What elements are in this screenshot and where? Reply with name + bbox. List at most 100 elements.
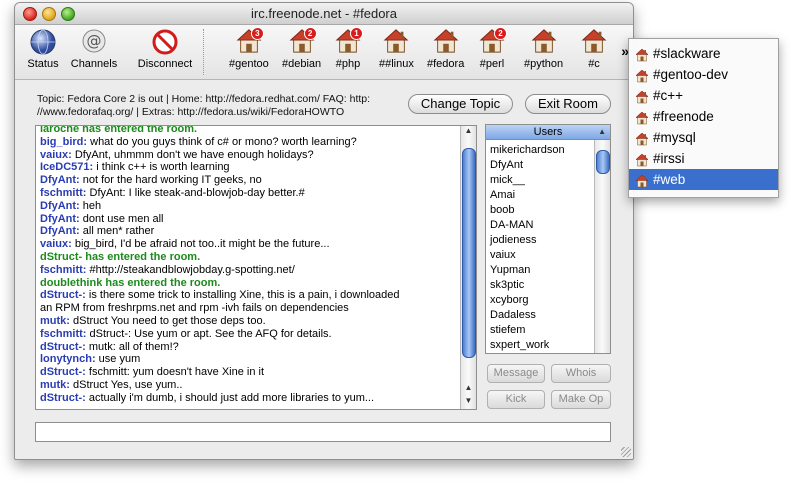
chat-text: DfyAnt, uhmmm don't we have enough holid… bbox=[71, 148, 314, 161]
user-list-item[interactable]: sxpert_work bbox=[490, 338, 565, 353]
change-topic-button[interactable]: Change Topic bbox=[408, 94, 513, 114]
channel-tab-label: #c bbox=[588, 58, 600, 70]
chat-nick[interactable]: fschmitt: bbox=[40, 264, 86, 276]
channel-tab[interactable]: #python bbox=[524, 28, 563, 70]
chat-nick[interactable]: dStruct-: bbox=[40, 289, 86, 301]
chat-nick[interactable]: fschmitt: bbox=[40, 328, 86, 340]
overflow-menu-item[interactable]: #slackware bbox=[629, 43, 778, 64]
toolbar-separator bbox=[203, 29, 204, 75]
chat-nick[interactable]: DfyAnt: bbox=[40, 225, 80, 237]
overflow-menu-label: #freenode bbox=[653, 109, 714, 124]
chat-message: dStruct- has entered the room. bbox=[40, 251, 458, 264]
whois-button[interactable]: Whois bbox=[551, 364, 611, 383]
message-input[interactable] bbox=[35, 422, 611, 442]
chat-nick[interactable]: IceDC571: bbox=[40, 161, 93, 173]
chat-message: fschmitt: dStruct-: Use yum or apt. See … bbox=[40, 328, 458, 341]
chat-nick[interactable]: DfyAnt: bbox=[40, 213, 80, 225]
chat-nick[interactable]: DfyAnt: bbox=[40, 200, 80, 212]
kick-button[interactable]: Kick bbox=[487, 390, 545, 409]
house-icon: 1 bbox=[335, 27, 363, 56]
message-button[interactable]: Message bbox=[487, 364, 545, 383]
status-button[interactable]: Status bbox=[25, 28, 61, 70]
users-scrollbar[interactable] bbox=[594, 140, 610, 353]
channel-tab[interactable]: 2 #perl bbox=[479, 27, 507, 70]
chat-nick[interactable]: DfyAnt: bbox=[40, 174, 80, 186]
user-list-item[interactable]: vaiux bbox=[490, 248, 565, 263]
scroll-up-arrow-icon[interactable]: ▲ bbox=[461, 126, 476, 138]
scroll-down-arrow-icon[interactable]: ▼ bbox=[461, 396, 476, 408]
user-list-item[interactable]: Amai bbox=[490, 188, 565, 203]
channel-tab[interactable]: ##linux bbox=[379, 28, 414, 70]
channel-tab[interactable]: #fedora bbox=[427, 28, 464, 70]
user-list-item[interactable]: jodieness bbox=[490, 233, 565, 248]
chat-nick[interactable]: dStruct-: bbox=[40, 392, 86, 404]
chat-nick[interactable]: dStruct-: bbox=[40, 366, 86, 378]
channel-tab-label: #gentoo bbox=[229, 58, 269, 70]
chat-text: dStruct- has entered the room. bbox=[40, 250, 201, 263]
exit-room-button[interactable]: Exit Room bbox=[525, 94, 611, 114]
chat-scrollbar[interactable]: ▲ ▲ ▼ bbox=[460, 126, 476, 409]
channel-tab-label: #debian bbox=[282, 58, 322, 70]
overflow-menu-item[interactable]: #irssi bbox=[629, 148, 778, 169]
chat-scroll-thumb[interactable] bbox=[462, 148, 476, 358]
chat-text: doublethink has entered the room. bbox=[40, 276, 221, 289]
overflow-menu-item[interactable]: #gentoo-dev bbox=[629, 64, 778, 85]
channel-tab[interactable]: #c bbox=[581, 28, 607, 70]
resize-grip-icon[interactable] bbox=[621, 447, 631, 457]
chat-nick[interactable]: vaiux: bbox=[40, 238, 72, 250]
chat-message: vaiux: DfyAnt, uhmmm don't we have enoug… bbox=[40, 149, 458, 162]
user-list-item[interactable]: mikerichardson bbox=[490, 143, 565, 158]
svg-text:@: @ bbox=[87, 32, 102, 50]
chat-text: an RPM from freshrpms.net and rpm -ivh f… bbox=[40, 302, 349, 315]
user-list-item[interactable]: boob bbox=[490, 203, 565, 218]
chat-nick[interactable]: big_bird: bbox=[40, 136, 87, 148]
chat-nick[interactable]: fschmitt: bbox=[40, 187, 86, 199]
chat-text: laroche has entered the room. bbox=[40, 125, 198, 135]
channel-tab[interactable]: 1 #php bbox=[335, 27, 363, 70]
chat-message: big_bird: what do you guys think of c# o… bbox=[40, 136, 458, 149]
user-list-item[interactable]: Dadaless bbox=[490, 308, 565, 323]
title-bar[interactable]: irc.freenode.net - #fedora bbox=[15, 3, 633, 25]
overflow-menu-item[interactable]: #web bbox=[629, 169, 778, 190]
users-list-panel[interactable]: Users ▲ mikerichardson DfyAnt mick__ Amai bo… bbox=[485, 124, 611, 354]
chat-log[interactable]: laroche has entered the room. big_bird: w… bbox=[35, 125, 477, 410]
users-header-label: Users bbox=[533, 126, 563, 138]
overflow-menu-item[interactable]: #freenode bbox=[629, 106, 778, 127]
chat-message: dStruct-: is there some trick to install… bbox=[40, 289, 458, 302]
topic-text: Topic: Fedora Core 2 is out | Home: http… bbox=[37, 93, 407, 119]
chat-nick[interactable]: mutk: bbox=[40, 379, 70, 391]
chat-nick[interactable]: dStruct-: bbox=[40, 341, 86, 353]
overflow-menu-label: #c++ bbox=[653, 88, 684, 103]
channel-tab-label: #python bbox=[524, 58, 564, 70]
user-list-item[interactable]: xcyborg bbox=[490, 293, 565, 308]
house-icon bbox=[531, 28, 557, 56]
channel-tab[interactable]: 2 #debian bbox=[282, 27, 322, 70]
overflow-menu-label: #web bbox=[653, 172, 686, 187]
user-list-item[interactable]: stiefem bbox=[490, 323, 565, 338]
scroll-up-arrow-icon[interactable]: ▲ bbox=[461, 383, 476, 395]
overflow-menu-item[interactable]: #c++ bbox=[629, 85, 778, 106]
overflow-menu-item[interactable]: #mysql bbox=[629, 127, 778, 148]
chat-nick[interactable]: mutk: bbox=[40, 315, 70, 327]
channel-tab[interactable]: 3 #gentoo bbox=[229, 27, 269, 70]
chat-text: fschmitt: yum doesn't have Xine in it bbox=[85, 366, 265, 379]
house-icon bbox=[635, 47, 649, 62]
disconnect-button[interactable]: Disconnect bbox=[127, 28, 203, 70]
chat-nick[interactable]: lonytynch: bbox=[40, 353, 96, 365]
sort-arrow-icon: ▲ bbox=[598, 127, 606, 136]
house-icon: 3 bbox=[236, 27, 264, 56]
user-list-item[interactable]: mick__ bbox=[490, 173, 565, 188]
chat-text: big_bird, I'd be afraid not too..it migh… bbox=[71, 238, 330, 251]
channel-tab-label: #perl bbox=[479, 58, 505, 70]
user-list-item[interactable]: DA-MAN bbox=[490, 218, 565, 233]
user-list-item[interactable]: Yupman bbox=[490, 263, 565, 278]
users-column-header[interactable]: Users ▲ bbox=[486, 125, 610, 140]
house-icon bbox=[635, 68, 649, 83]
user-list-item[interactable]: DfyAnt bbox=[490, 158, 565, 173]
chat-message: DfyAnt: not for the hard working IT geek… bbox=[40, 174, 458, 187]
channels-button[interactable]: @ Channels bbox=[68, 28, 120, 70]
users-scroll-thumb[interactable] bbox=[596, 150, 610, 174]
user-list-item[interactable]: sk3ptic bbox=[490, 278, 565, 293]
chat-nick[interactable]: vaiux: bbox=[40, 149, 72, 161]
make-op-button[interactable]: Make Op bbox=[551, 390, 611, 409]
